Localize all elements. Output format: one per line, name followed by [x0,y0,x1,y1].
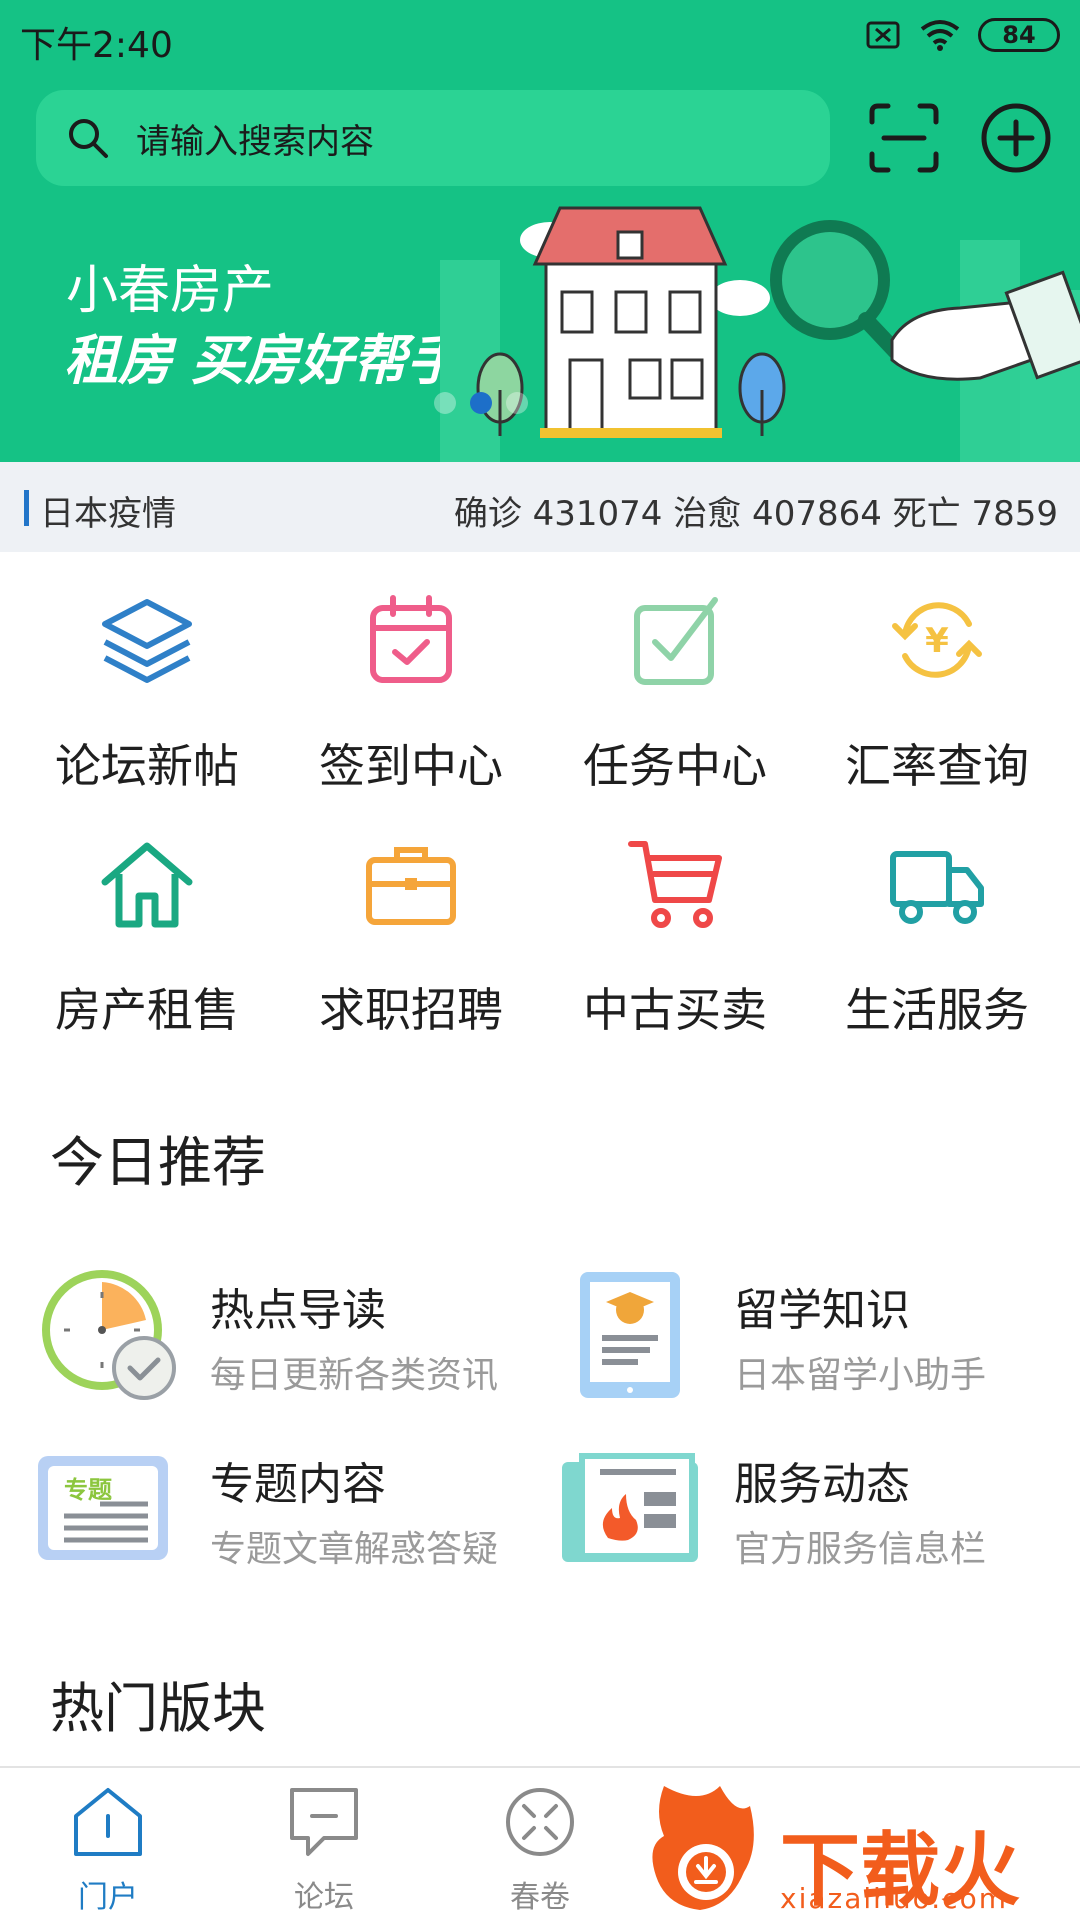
grid-label: 论坛新帖 [55,739,239,793]
rec-subtitle: 官方服务信息栏 [734,1529,987,1570]
grid-item-life-service[interactable]: 生活服务 [802,824,1072,1037]
tab-forum[interactable]: 论坛 [216,1768,432,1920]
add-icon[interactable] [978,100,1054,176]
tab-label: 门户 [78,1880,138,1915]
compass-icon [506,1788,574,1856]
section-title-hot: 热门版块 [50,1677,266,1740]
tab-chunjuan[interactable]: 春卷 [432,1768,648,1920]
rec-subtitle: 日本留学小助手 [734,1355,987,1396]
grid-item-exchange[interactable]: ¥ 汇率查询 [802,580,1072,793]
section-title-today: 今日推荐 [50,1131,266,1194]
covid-ticker[interactable]: 日本疫情 确诊 431074 治愈 407864 死亡 7859 [0,462,1080,552]
rec-title: 专题内容 [210,1459,386,1510]
layers-icon [102,599,192,683]
calendar-check-icon [370,595,452,683]
ticker-title: 日本疫情 [40,494,176,534]
grid-item-secondhand[interactable]: 中古买卖 [540,824,810,1037]
house-icon [101,842,193,928]
rec-subtitle: 每日更新各类资讯 [210,1355,499,1396]
pagination-dot[interactable] [506,392,528,414]
house-illustration[interactable] [440,200,1080,462]
portal-home-icon [74,1788,142,1856]
grid-label: 任务中心 [583,739,767,793]
grid-item-real-estate[interactable]: 房产租售 [12,824,282,1037]
rec-title: 服务动态 [734,1459,910,1510]
grid-label: 求职招聘 [319,983,503,1037]
cart-icon [628,841,722,928]
banner-subtitle: 租房 买房好帮手 [64,329,461,392]
pagination-dot-active[interactable] [470,392,492,414]
checkbox-icon [634,597,718,685]
status-bar: 下午2:40 84 [0,0,1080,76]
grid-label: 生活服务 [845,983,1029,1037]
tab-portal[interactable]: 门户 [0,1768,216,1920]
tab-label: 春卷 [510,1880,570,1915]
currency-exchange-icon: ¥ [892,602,982,678]
pagination-dot[interactable] [434,392,456,414]
grid-label: 汇率查询 [845,739,1029,793]
grid-label: 房产租售 [55,983,239,1037]
clock-check-icon [42,1270,176,1400]
newspaper-fire-icon [562,1453,698,1562]
truck-icon [890,851,984,924]
grid-item-forum-new[interactable]: 论坛新帖 [12,580,282,793]
rec-item-hot-reading[interactable]: 热点导读 每日更新各类资讯 [40,1268,560,1418]
scan-icon[interactable] [866,100,942,176]
search-bar[interactable]: 请输入搜索内容 [36,90,830,186]
grid-item-jobs[interactable]: 求职招聘 [276,824,546,1037]
briefcase-icon [366,847,456,925]
rec-subtitle: 专题文章解惑答疑 [210,1529,499,1570]
no-sim-icon [866,21,900,49]
grid-label: 签到中心 [319,739,503,793]
tab-label: 论坛 [294,1880,354,1915]
rec-item-topics[interactable]: 专题 专题内容 专题文章解惑答疑 [36,1442,556,1592]
grid-label: 中古买卖 [583,983,767,1037]
header-banner: 下午2:40 84 请输入搜索内容 小春房产 租房 买房好帮手 [0,0,1080,462]
graduation-tablet-icon [580,1272,680,1398]
battery-level: 84 [1002,21,1036,49]
svg-text:¥: ¥ [925,621,949,661]
grid-item-checkin[interactable]: 签到中心 [276,580,546,793]
status-time: 下午2:40 [20,25,173,66]
grid-item-tasks[interactable]: 任务中心 [540,580,810,793]
chat-bubble-icon [290,1788,358,1856]
wifi-icon [920,20,960,51]
rec-item-service-news[interactable]: 服务动态 官方服务信息栏 [560,1442,1080,1592]
rec-title: 热点导读 [210,1285,386,1336]
ticker-accent-bar [24,490,29,526]
search-input[interactable]: 请输入搜索内容 [136,114,374,163]
rec-item-study-abroad[interactable]: 留学知识 日本留学小助手 [566,1268,1080,1418]
battery-indicator: 84 [978,18,1060,52]
topic-doc-icon: 专题 [38,1456,168,1560]
search-icon [69,119,108,158]
banner-pagination [434,392,528,414]
rec-title: 留学知识 [734,1285,910,1336]
svg-text:专题: 专题 [64,1476,112,1504]
banner-title: 小春房产 [66,261,275,321]
ticker-stats: 确诊 431074 治愈 407864 死亡 7859 [453,494,1058,534]
watermark-url: xiazaihuo.com [780,1882,1008,1915]
